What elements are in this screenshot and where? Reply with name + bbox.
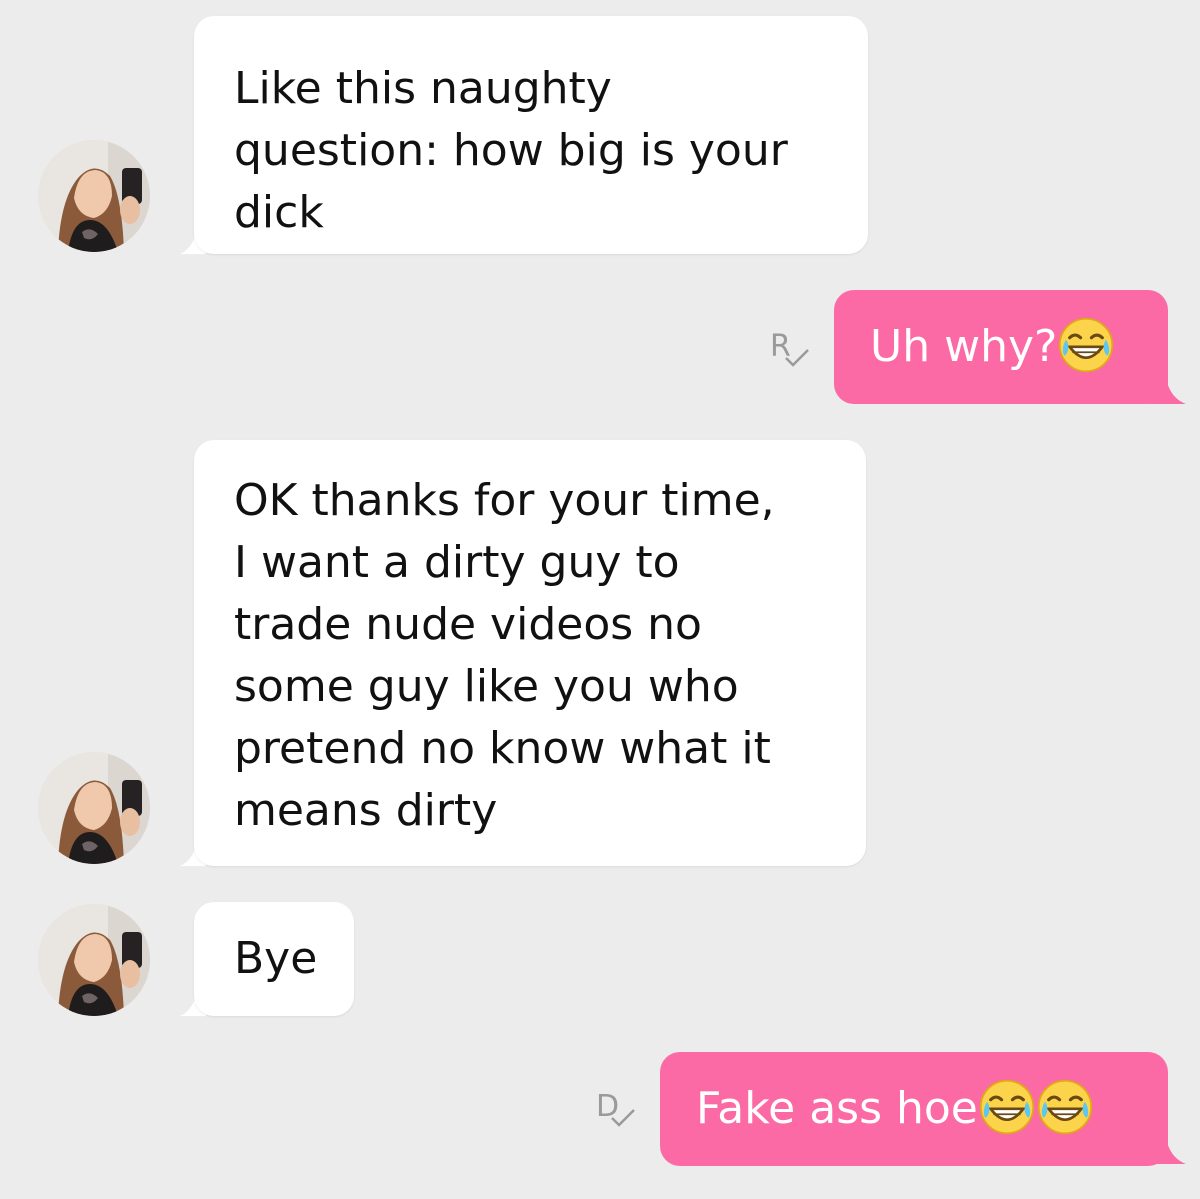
read-receipt-icon: R — [770, 330, 816, 376]
message-text: Uh why? — [870, 321, 1058, 372]
tears-of-joy-emoji — [1057, 316, 1115, 374]
delivered-receipt-icon: D — [596, 1090, 642, 1136]
message-text-line: OK thanks for your time, — [234, 475, 775, 526]
message-text-line: some guy like you who — [234, 661, 739, 712]
incoming-message-bubble[interactable]: OK thanks for your time, I want a dirty … — [194, 440, 866, 866]
incoming-message-bubble[interactable]: Like this naughty question: how big is y… — [194, 16, 868, 254]
message-text-line: means dirty — [234, 785, 498, 836]
message-text-line: dick — [234, 187, 324, 238]
message-text-line: I want a dirty guy to — [234, 537, 680, 588]
message-text: Fake ass hoe — [696, 1083, 978, 1134]
message-text-line: pretend no know what it — [234, 723, 771, 774]
tears-of-joy-emoji — [1036, 1078, 1094, 1136]
contact-avatar[interactable] — [38, 904, 150, 1016]
message-text-line: question: how big is your — [234, 125, 788, 176]
incoming-message-bubble[interactable]: Bye — [194, 902, 354, 1016]
tears-of-joy-emoji — [978, 1078, 1036, 1136]
chat-thread[interactable]: Like this naughty question: how big is y… — [0, 0, 1200, 1199]
message-text-line: trade nude videos no — [234, 599, 702, 650]
contact-avatar[interactable] — [38, 140, 150, 252]
contact-avatar[interactable] — [38, 752, 150, 864]
contact-photo — [38, 752, 150, 864]
contact-photo — [38, 904, 150, 1016]
message-text-line: Like this naughty — [234, 63, 612, 114]
outgoing-message-bubble[interactable]: Fake ass hoe — [660, 1052, 1168, 1166]
message-text-line: Bye — [234, 933, 318, 984]
contact-photo — [38, 140, 150, 252]
outgoing-message-bubble[interactable]: Uh why? — [834, 290, 1168, 404]
